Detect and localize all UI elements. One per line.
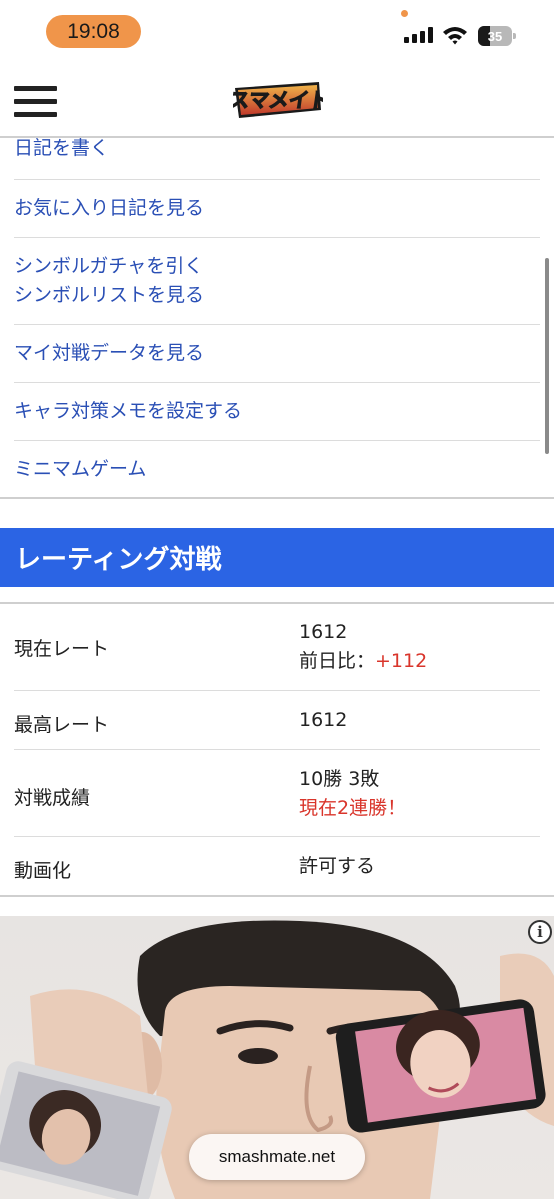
status-time: 19:08 [46, 15, 141, 48]
rating-stats-table: 現在レート 1612 前日比：+112 最高レート 1612 対戦成績 10勝 … [0, 602, 554, 882]
table-row-battle-record: 対戦成績 10勝 3敗 現在2連勝！ [0, 750, 554, 837]
stat-label: 対戦成績 [14, 787, 91, 809]
url-bar[interactable]: smashmate.net [189, 1134, 365, 1180]
stat-label: 最高レート [14, 714, 110, 736]
battery-icon: 35 [478, 26, 516, 46]
menu-item-label[interactable]: お気に入り日記を見る [14, 194, 540, 223]
privacy-indicator-dot [401, 10, 408, 17]
menu-item-label[interactable]: キャラ対策メモを設定する [14, 397, 540, 426]
rate-change-label: 前日比： [299, 650, 376, 672]
rate-change: 前日比：+112 [299, 647, 427, 676]
svg-text:スマメイト: スマメイト [233, 88, 323, 112]
table-row-current-rate: 現在レート 1612 前日比：+112 [0, 604, 554, 691]
menu-list: 日記を書く お気に入り日記を見る シンボルガチャを引く シンボルリストを見る マ… [0, 138, 554, 499]
stat-value: 1612 前日比：+112 [299, 618, 427, 676]
rate-change-value: +112 [375, 650, 428, 672]
info-icon[interactable]: i [528, 920, 552, 944]
win-streak-text: 現在2連勝！ [299, 797, 407, 819]
divider [0, 895, 554, 897]
max-rate-value: 1612 [299, 709, 348, 731]
stat-label: 動画化 [14, 860, 72, 882]
menu-item-symbol-gacha[interactable]: シンボルガチャを引く シンボルリストを見る [14, 238, 540, 325]
rating-section-title: レーティング対戦 [0, 528, 554, 587]
stat-value: 10勝 3敗 現在2連勝！ [299, 765, 406, 823]
menu-item-minimum-game[interactable]: ミニマムゲーム [14, 441, 540, 497]
menu-item-my-battle-data[interactable]: マイ対戦データを見る [14, 325, 540, 383]
site-logo[interactable]: スマメイト [233, 80, 323, 120]
site-header: スマメイト [0, 64, 554, 138]
menu-item-write-diary[interactable]: 日記を書く [14, 138, 540, 180]
menu-item-label[interactable]: 日記を書く [14, 138, 540, 163]
battle-record-value: 10勝 3敗 [299, 768, 380, 790]
video-permission-value: 許可する [299, 855, 376, 877]
menu-item-label[interactable]: ミニマムゲーム [14, 455, 540, 484]
battery-level: 35 [487, 28, 503, 44]
menu-item-character-memo[interactable]: キャラ対策メモを設定する [14, 383, 540, 441]
table-row-video: 動画化 許可する [0, 837, 554, 896]
stat-label: 現在レート [14, 638, 110, 660]
table-row-max-rate: 最高レート 1612 [0, 691, 554, 750]
menu-item-label[interactable]: シンボルガチャを引く [14, 252, 540, 281]
scrollbar[interactable] [545, 258, 549, 454]
wifi-icon [443, 27, 467, 45]
current-rate-value: 1612 [299, 621, 348, 643]
hamburger-menu-icon[interactable] [14, 86, 57, 118]
cellular-signal-icon [404, 27, 434, 43]
menu-item-label-2[interactable]: シンボルリストを見る [14, 281, 540, 310]
status-bar: 19:08 35 [0, 0, 554, 64]
menu-item-favorite-diaries[interactable]: お気に入り日記を見る [14, 180, 540, 238]
menu-item-label[interactable]: マイ対戦データを見る [14, 339, 540, 368]
